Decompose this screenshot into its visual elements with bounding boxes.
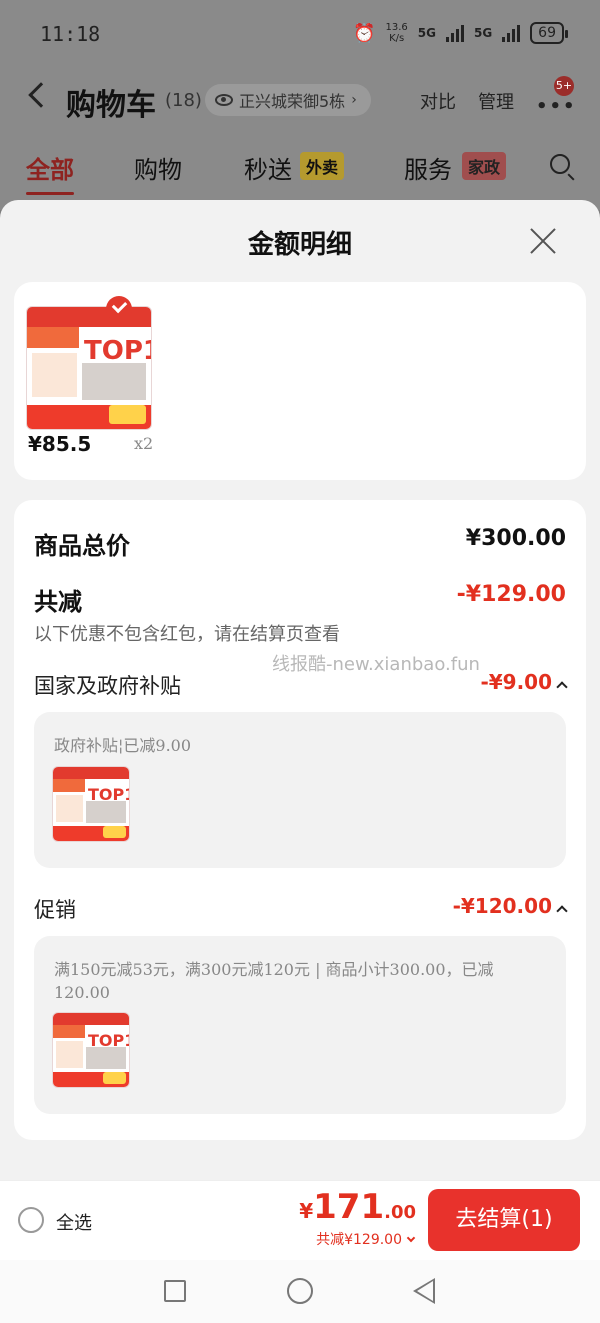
select-all-radio[interactable] <box>18 1207 44 1233</box>
clock: 11:18 <box>40 22 101 46</box>
total-price-value: ¥300.00 <box>465 526 566 551</box>
signal-icon <box>445 24 464 42</box>
recent-apps-icon[interactable] <box>164 1280 186 1302</box>
sheet-title: 金额明细 <box>247 230 352 260</box>
discount-note: 以下优惠不包含红包，请在结算页查看 <box>34 624 340 645</box>
search-icon[interactable] <box>550 154 570 174</box>
manage-button[interactable]: 管理 <box>478 88 514 114</box>
subsidy-row[interactable]: 国家及政府补贴 -¥9.00 <box>34 670 568 700</box>
housekeeping-tag: 家政 <box>462 152 507 180</box>
notification-badge: 5+ <box>554 76 574 96</box>
tab-express[interactable]: 秒送 <box>244 150 292 185</box>
close-icon[interactable] <box>528 226 558 256</box>
eye-icon <box>215 94 233 106</box>
product-card: TOP1 ¥85.5 x2 <box>14 282 586 480</box>
category-tabs: 全部 购物 秒送 外卖 服务 家政 <box>0 150 600 195</box>
checkout-bar: 全选 ¥171.00 共减¥129.00 去结算(1) <box>0 1180 600 1260</box>
promo-detail-box: 满150元减53元，满300元减120元 | 商品小计300.00，已减120.… <box>34 936 566 1114</box>
subsidy-label: 国家及政府补贴 <box>34 674 181 698</box>
subsidy-description: 政府补贴¦已减9.00 <box>54 736 192 755</box>
battery-indicator: 69 <box>530 22 568 44</box>
network-speed: 13.6 K/s <box>385 22 408 44</box>
status-bar: 11:18 ⏰ 13.6 K/s 5G 5G 69 <box>0 18 600 50</box>
checkout-button[interactable]: 去结算(1) <box>428 1189 580 1251</box>
promo-product-thumbnail: TOP1 <box>52 1012 130 1088</box>
discount-row: 共减 -¥129.00 <box>34 582 566 616</box>
network-type-2: 5G <box>473 26 493 40</box>
page-title: 购物车 <box>66 88 156 123</box>
tab-shopping[interactable]: 购物 <box>134 150 182 185</box>
tab-all[interactable]: 全部 <box>26 150 74 195</box>
system-navigation-bar <box>0 1260 600 1323</box>
discount-label: 共减 <box>34 588 82 616</box>
signal-icon-2 <box>502 24 521 42</box>
product-thumbnail[interactable]: TOP1 <box>26 306 152 430</box>
discount-value: -¥129.00 <box>456 582 566 607</box>
chevron-down-icon <box>406 1233 416 1243</box>
promo-row[interactable]: 促销 -¥120.00 <box>34 894 568 924</box>
chevron-up-icon[interactable] <box>556 681 568 693</box>
address-selector[interactable]: 正兴城荣御5栋 › <box>205 84 371 116</box>
home-icon[interactable] <box>287 1278 313 1304</box>
takeout-tag: 外卖 <box>300 152 345 180</box>
total-amount: ¥171.00 <box>299 1187 416 1227</box>
subsidy-product-thumbnail: TOP1 <box>52 766 130 842</box>
product-price: ¥85.5 <box>28 432 92 456</box>
total-price-row: 商品总价 ¥300.00 <box>34 526 566 560</box>
cart-header: 购物车 (18) 正兴城荣御5栋 › 对比 管理 ••• 5+ <box>0 76 600 123</box>
status-icons: ⏰ 13.6 K/s 5G 5G 69 <box>353 22 568 44</box>
promo-value: -¥120.00 <box>453 894 568 918</box>
tab-service[interactable]: 服务 <box>404 150 452 185</box>
compare-button[interactable]: 对比 <box>420 88 456 114</box>
subsidy-value: -¥9.00 <box>480 670 568 694</box>
amount-breakdown-card: 商品总价 ¥300.00 共减 -¥129.00 以下优惠不包含红包，请在结算页… <box>14 500 586 1140</box>
cart-count: (18) <box>165 90 202 111</box>
chevron-right-icon: › <box>351 92 357 108</box>
more-menu-icon[interactable]: ••• <box>536 96 577 117</box>
network-type-1: 5G <box>417 26 436 40</box>
promo-description: 满150元减53元，满300元减120元 | 商品小计300.00，已减120.… <box>54 960 494 1002</box>
select-all-label[interactable]: 全选 <box>56 1209 92 1235</box>
saved-amount-toggle[interactable]: 共减¥129.00 <box>316 1229 416 1249</box>
total-price-label: 商品总价 <box>34 532 130 560</box>
promo-label: 促销 <box>34 898 76 922</box>
alarm-icon: ⏰ <box>353 22 376 44</box>
selected-check-icon[interactable] <box>106 296 132 322</box>
subsidy-detail-box: 政府补贴¦已减9.00 TOP1 <box>34 712 566 868</box>
amount-detail-sheet: 金额明细 TOP1 ¥85.5 x2 商品总价 ¥300.00 共减 -¥129… <box>0 200 600 1180</box>
back-arrow-icon[interactable] <box>28 82 54 108</box>
address-text: 正兴城荣御5栋 <box>239 92 346 111</box>
chevron-up-icon[interactable] <box>556 905 568 917</box>
product-quantity: x2 <box>134 434 154 453</box>
back-icon[interactable] <box>413 1278 435 1304</box>
